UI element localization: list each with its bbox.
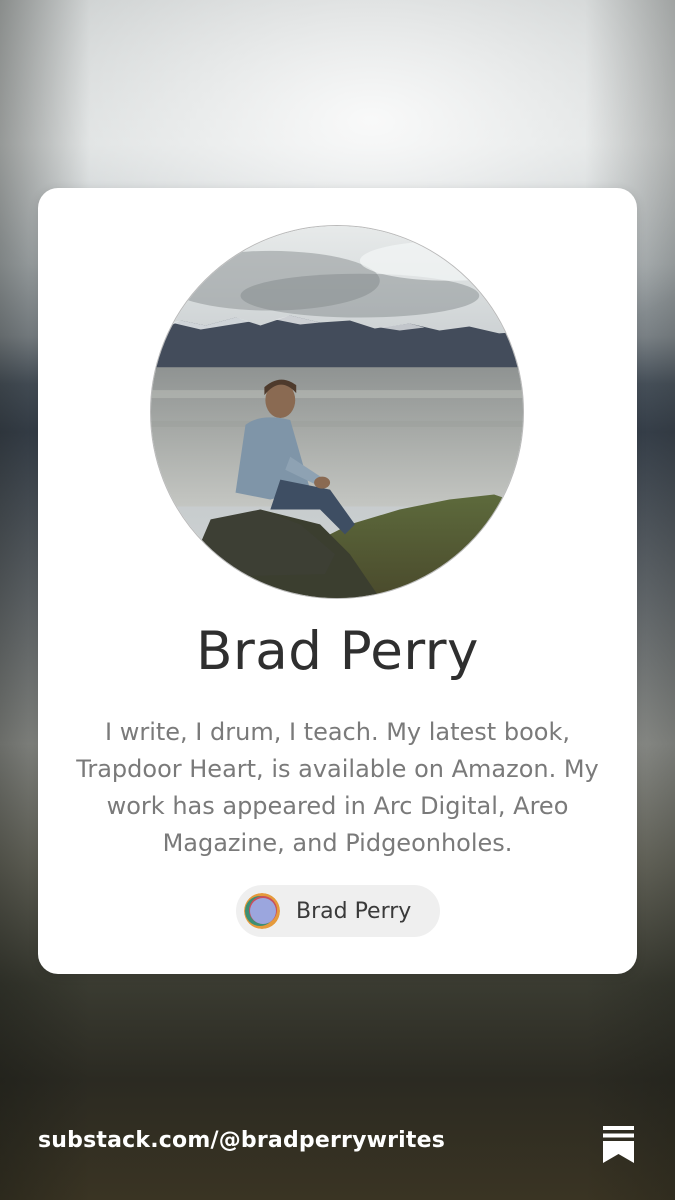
profile-avatar xyxy=(150,225,524,599)
profile-url[interactable]: substack.com/@bradperrywrites xyxy=(38,1128,445,1153)
publication-chip[interactable]: Brad Perry xyxy=(236,885,440,937)
substack-logo-icon xyxy=(603,1126,634,1163)
profile-card: Brad Perry I write, I drum, I teach. My … xyxy=(38,188,637,974)
publication-chip-label: Brad Perry xyxy=(296,898,412,924)
publication-logo-icon xyxy=(244,893,280,929)
profile-photo-image xyxy=(151,226,523,598)
profile-bio: I write, I drum, I teach. My latest book… xyxy=(76,718,599,857)
profile-name: Brad Perry xyxy=(196,621,479,682)
